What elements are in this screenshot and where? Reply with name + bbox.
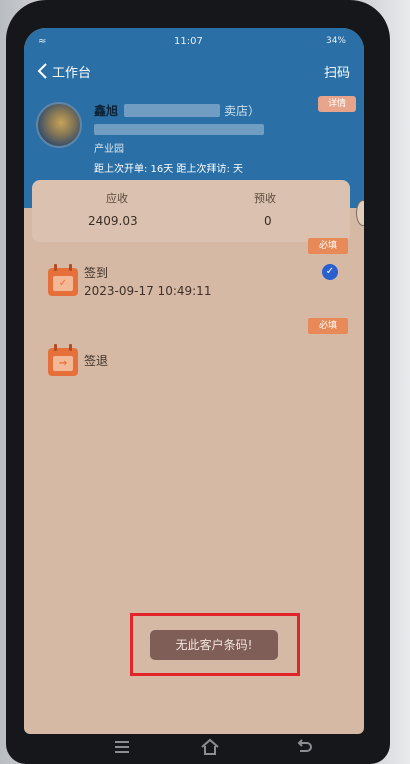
scan-button[interactable]: 扫码 [324, 62, 350, 81]
back-arrow-icon[interactable] [294, 738, 314, 756]
checkout-label[interactable]: 签退 [84, 352, 108, 369]
check-circle-icon: ✓ [322, 264, 338, 280]
status-time: 11:07 [174, 36, 203, 47]
receivable-label: 应收 [106, 192, 128, 205]
balance-card: 应收 2409.03 预收 0 [32, 180, 350, 242]
customer-address: 产业园 [94, 144, 124, 155]
side-scroll-handle[interactable] [356, 200, 364, 226]
back-button-label[interactable]: 工作台 [52, 62, 91, 81]
customer-name-start: 鑫旭 [94, 104, 119, 118]
home-icon[interactable] [200, 738, 220, 756]
calendar-arrow-icon: → [48, 344, 78, 376]
prepaid-value: 0 [264, 214, 272, 228]
calendar-check-icon: ✓ [48, 264, 78, 296]
chevron-left-icon[interactable] [36, 62, 50, 80]
checkout-required-tag: 必填 [308, 318, 348, 334]
system-nav-bar [24, 734, 364, 764]
checkin-time: 2023-09-17 10:49:11 [84, 284, 212, 298]
status-signal: ≈ [38, 36, 47, 47]
detail-button[interactable]: 详情 [318, 96, 356, 112]
customer-avatar [36, 102, 82, 148]
redacted-address [94, 124, 264, 135]
visit-stats: 距上次开单: 16天 距上次拜访: 天 [94, 164, 243, 175]
redacted-name [124, 104, 220, 117]
status-battery: 34% [325, 36, 346, 46]
prepaid-label: 预收 [254, 192, 276, 205]
top-nav: 工作台 扫码 [24, 60, 364, 84]
annotation-highlight-box [130, 613, 300, 676]
receivable-value: 2409.03 [88, 214, 138, 228]
checkin-label[interactable]: 签到 [84, 264, 108, 281]
customer-name-suffix: 卖店） [224, 104, 261, 118]
menu-icon[interactable] [112, 738, 132, 756]
customer-name: 鑫旭 [94, 102, 118, 119]
status-bar: ≈ 11:07 34% [24, 36, 364, 52]
checkin-required-tag: 必填 [308, 238, 348, 254]
